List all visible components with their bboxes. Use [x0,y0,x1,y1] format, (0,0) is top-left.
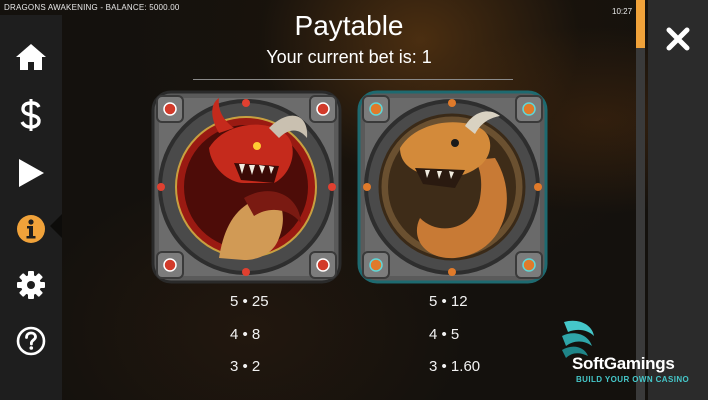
scrollbar-thumb[interactable] [636,0,645,48]
orange-dragon-symbol [355,88,550,286]
info-icon [17,215,45,243]
settings-button[interactable] [0,257,62,313]
logo-name: SoftGamings [572,354,675,373]
help-icon [16,326,46,356]
softgamings-logo: SoftGamings BUILD YOUR OWN CASINO [554,318,694,390]
payout-orange-dragon-5: 5 • 12 [429,293,468,310]
close-button[interactable] [663,24,693,54]
home-button[interactable] [0,29,62,85]
payout-red-dragon-5: 5 • 25 [230,293,269,310]
payout-red-dragon-4: 4 • 8 [230,326,261,343]
current-bet-label: Your current bet is: 1 [266,47,432,67]
payout-orange-dragon-4: 4 • 5 [429,326,460,343]
sidebar-menu [0,15,62,400]
red-dragon-symbol [149,88,344,286]
payout-orange-dragon-3: 3 • 1.60 [429,358,481,375]
play-icon [19,159,44,187]
close-icon [666,27,690,51]
home-icon [16,44,46,70]
logo-tagline: BUILD YOUR OWN CASINO [576,375,690,384]
active-indicator [50,214,62,238]
gear-icon [17,271,45,299]
bet-button[interactable] [0,87,62,143]
title-divider [193,79,513,80]
payout-red-dragon-3: 3 • 2 [230,358,261,375]
dollar-icon [20,99,41,131]
spin-button[interactable] [0,145,62,201]
page-title: Paytable [294,10,404,41]
help-button[interactable] [0,313,62,369]
